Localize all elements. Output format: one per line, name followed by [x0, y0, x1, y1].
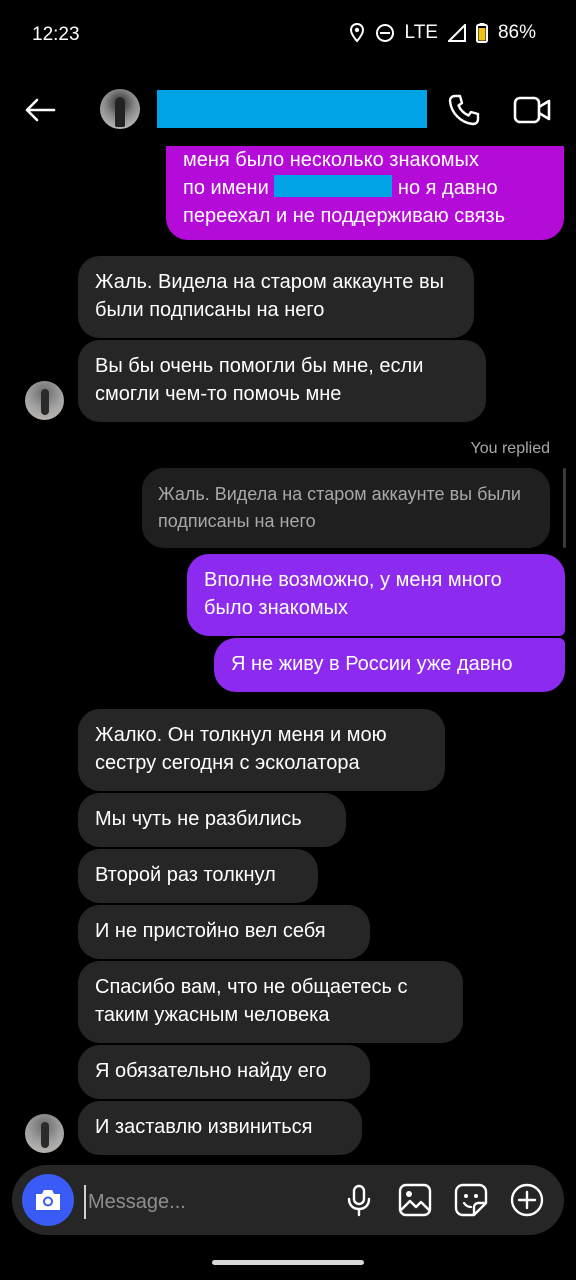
- camera-button[interactable]: [22, 1174, 74, 1226]
- message-incoming[interactable]: Спасибо вам, что не общаетесь с таким уж…: [78, 961, 463, 1043]
- do-not-disturb-icon: [375, 24, 394, 42]
- message-incoming[interactable]: Жалко. Он толкнул меня и мою сестру сего…: [78, 709, 445, 791]
- contact-name-redacted[interactable]: [157, 90, 427, 128]
- message-outgoing[interactable]: меня было несколько знакомых по имени но…: [166, 146, 564, 240]
- gallery-button[interactable]: [398, 1183, 432, 1217]
- reply-quote[interactable]: Жаль. Видела на старом аккаунте вы были …: [142, 468, 550, 548]
- network-type: LTE: [404, 22, 438, 43]
- reply-indicator-bar: [563, 468, 566, 548]
- message-text: переехал и не поддерживаю связь: [183, 205, 506, 227]
- voice-message-button[interactable]: [342, 1183, 376, 1217]
- message-input[interactable]: [84, 1185, 340, 1219]
- status-icons: LTE 86%: [349, 22, 536, 44]
- contact-avatar[interactable]: [100, 89, 140, 129]
- audio-call-button[interactable]: [446, 92, 482, 128]
- message-outgoing[interactable]: Вполне возможно, у меня много было знако…: [187, 554, 565, 636]
- more-options-button[interactable]: [510, 1183, 544, 1217]
- sender-avatar[interactable]: [25, 1114, 64, 1153]
- message-incoming[interactable]: Второй раз толкнул: [78, 849, 318, 903]
- video-call-button[interactable]: [512, 92, 552, 128]
- signal-icon: [447, 24, 466, 42]
- redacted-name: [274, 175, 393, 197]
- microphone-icon: [347, 1184, 371, 1217]
- home-indicator[interactable]: [212, 1260, 364, 1265]
- message-incoming[interactable]: Жаль. Видела на старом аккаунте вы были …: [78, 256, 474, 338]
- plus-icon: [510, 1183, 544, 1217]
- message-incoming[interactable]: И не пристойно вел себя: [78, 905, 370, 959]
- sticker-icon: [454, 1183, 488, 1217]
- back-button[interactable]: [22, 92, 58, 128]
- message-incoming[interactable]: Вы бы очень помогли бы мне, если смогли …: [78, 340, 486, 422]
- status-time: 12:23: [32, 24, 80, 45]
- message-outgoing[interactable]: Я не живу в России уже давно: [214, 638, 565, 692]
- message-incoming[interactable]: Мы чуть не разбились: [78, 793, 346, 847]
- battery-icon: [475, 23, 488, 43]
- message-text: по имени но я давно: [183, 175, 498, 199]
- sender-avatar[interactable]: [25, 381, 64, 420]
- gallery-icon: [398, 1183, 432, 1217]
- message-incoming[interactable]: Я обязательно найду его: [78, 1045, 370, 1099]
- message-text: меня было несколько знакомых: [183, 149, 479, 171]
- message-incoming[interactable]: И заставлю извиниться: [78, 1101, 362, 1155]
- you-replied-label: You replied: [470, 440, 550, 457]
- camera-icon: [36, 1190, 60, 1210]
- video-camera-icon: [513, 96, 551, 124]
- back-arrow-icon: [25, 98, 56, 122]
- battery-level: 86%: [497, 22, 536, 43]
- location-icon: [349, 23, 364, 43]
- sticker-button[interactable]: [454, 1183, 488, 1217]
- phone-icon: [448, 94, 480, 126]
